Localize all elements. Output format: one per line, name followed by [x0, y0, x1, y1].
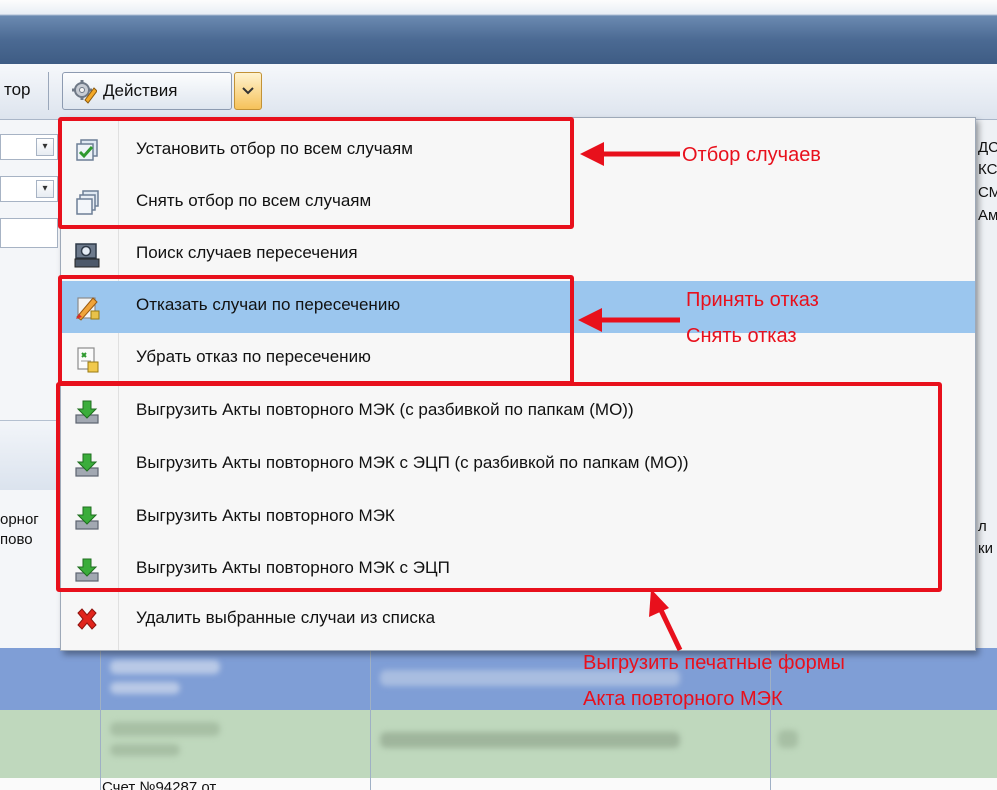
annotation-reject-text-2: Снять отказ [686, 325, 797, 347]
arrow-to-selection-icon [580, 142, 680, 166]
arrow-to-reject-icon [578, 308, 680, 332]
annotation-selection-text: Отбор случаев [682, 144, 821, 166]
arrow-to-export-icon [649, 589, 683, 652]
annotation-arrows [578, 142, 683, 652]
annotation-export-text-2: Акта повторного МЭК [583, 688, 783, 710]
annotation-reject-text-1: Принять отказ [686, 289, 819, 311]
annotation-export-text-1: Выгрузить печатные формы [583, 652, 845, 674]
